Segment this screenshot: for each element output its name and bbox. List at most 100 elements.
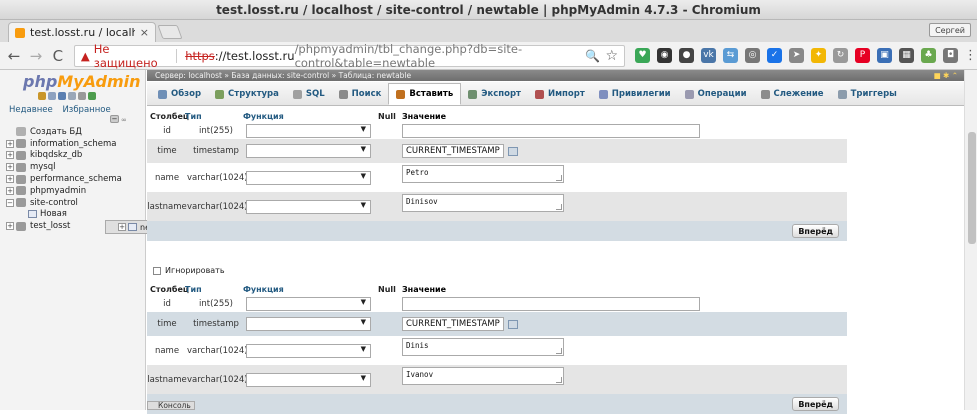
tree-item[interactable]: + phpmyadmin <box>6 185 145 197</box>
picture-ext-icon[interactable]: ▣ <box>877 48 893 63</box>
new-tab-button[interactable] <box>157 25 183 39</box>
profile-button[interactable]: Сергей <box>929 23 971 37</box>
link-with-main-icon[interactable]: ∞ <box>121 116 127 124</box>
tree-item[interactable]: + performance_schema <box>6 173 145 185</box>
tab-sql[interactable]: SQL <box>286 83 332 105</box>
tab-operations[interactable]: Операции <box>678 83 754 105</box>
tab-triggers[interactable]: Триггеры <box>831 83 904 105</box>
breadcrumb-database[interactable]: База данных: site-control <box>231 71 329 80</box>
scrollbar-thumb[interactable] <box>968 132 976 244</box>
calendar-icon[interactable] <box>508 146 518 156</box>
expand-toggle-icon[interactable]: + <box>6 186 14 195</box>
calendar-icon[interactable] <box>508 319 518 329</box>
pinterest-ext-icon[interactable]: P <box>855 48 871 63</box>
lastname-value-textarea[interactable]: Ivanov <box>402 367 564 385</box>
tab-import[interactable]: Импорт <box>528 83 592 105</box>
bulb-ext-icon[interactable]: ✦ <box>811 48 827 63</box>
exit-icon[interactable] <box>48 92 56 100</box>
header-value: Значение <box>402 112 447 121</box>
tab-search[interactable]: Поиск <box>332 83 389 105</box>
recent-tab[interactable]: Недавнее <box>9 105 53 115</box>
zoom-icon[interactable]: 🔍 <box>585 49 600 63</box>
qr-ext-icon[interactable]: ▦ <box>899 48 915 63</box>
translate-ext-icon[interactable]: ⇆ <box>723 48 739 63</box>
tree-item[interactable]: Новая <box>6 209 145 221</box>
lastname-value-textarea[interactable]: Dinisov <box>402 194 564 212</box>
bookmark-star-icon[interactable]: ☆ <box>605 48 618 64</box>
function-select[interactable]: ▼ <box>246 317 371 331</box>
tree-item-label: mysql <box>30 162 56 173</box>
id-value-input[interactable] <box>402 296 700 311</box>
reload-icon[interactable]: C <box>50 47 66 65</box>
collapse-all-icon[interactable]: − <box>110 115 119 123</box>
breadcrumb-server[interactable]: Сервер: localhost <box>155 71 222 80</box>
time-value-input[interactable]: CURRENT_TIMESTAMP <box>402 144 504 158</box>
tree-item-label: information_schema <box>30 138 117 149</box>
sync-ext-icon[interactable]: ↻ <box>833 48 849 63</box>
function-select[interactable]: ▼ <box>246 296 371 311</box>
tab-tracking[interactable]: Слежение <box>754 83 831 105</box>
tab-browse[interactable]: Обзор <box>151 83 208 105</box>
expand-toggle-icon[interactable]: + <box>6 163 14 172</box>
go-button[interactable]: Вперёд <box>792 397 839 411</box>
tree-item[interactable]: + information_schema <box>6 138 145 150</box>
ghost-ext-icon[interactable]: ● <box>679 48 695 63</box>
ignore-checkbox[interactable] <box>153 266 161 275</box>
vk-ext-icon[interactable]: vk <box>701 48 717 63</box>
phpmyadmin-logo[interactable]: phpMyAdmin <box>23 72 141 91</box>
leaf-ext-icon[interactable]: ♣ <box>921 48 937 63</box>
column-name: time <box>157 319 177 329</box>
function-select[interactable]: ▼ <box>246 199 371 214</box>
browser-menu-icon[interactable]: ⋮ <box>964 48 977 63</box>
reload-nav-icon[interactable] <box>88 92 96 100</box>
tree-item[interactable]: + mysql <box>6 161 145 173</box>
name-value-textarea[interactable]: Dinis <box>402 338 564 356</box>
go-button[interactable]: Вперёд <box>792 224 839 238</box>
page-scrollbar[interactable] <box>964 70 977 410</box>
docs-icon[interactable] <box>68 92 76 100</box>
function-select[interactable]: ▼ <box>246 372 371 387</box>
address-bar[interactable]: ▲ Не защищено https ://test.losst.ru /ph… <box>73 42 626 70</box>
function-select[interactable]: ▼ <box>246 144 371 158</box>
function-select[interactable]: ▼ <box>246 343 371 358</box>
tab-close-icon[interactable]: × <box>140 26 149 39</box>
insecure-label[interactable]: Не защищено <box>94 42 169 70</box>
camera-ext-icon[interactable]: ◘ <box>943 48 959 63</box>
page-settings-icons[interactable]: ■ ✱ ⌃ <box>934 70 958 81</box>
favorites-tab[interactable]: Избранное <box>62 105 110 115</box>
breadcrumb: Сервер: localhost » База данных: site-co… <box>147 70 964 81</box>
console-toggle[interactable]: Консоль <box>147 401 195 410</box>
tree-item[interactable]: + kibqdskz_db <box>6 150 145 162</box>
pocket-ext-icon[interactable]: ◉ <box>657 48 673 63</box>
tab-structure[interactable]: Структура <box>208 83 286 105</box>
expand-toggle-icon[interactable]: + <box>6 151 14 160</box>
back-icon[interactable]: ← <box>6 47 22 65</box>
time-value-input[interactable]: CURRENT_TIMESTAMP <box>402 317 504 331</box>
browser-tab[interactable]: test.losst.ru / localh × <box>8 22 156 42</box>
check-ext-icon[interactable]: ✓ <box>767 48 783 63</box>
function-select[interactable]: ▼ <box>246 123 371 138</box>
settings-icon[interactable] <box>78 92 86 100</box>
expand-toggle-icon[interactable]: − <box>6 198 14 207</box>
id-value-input[interactable] <box>402 123 700 138</box>
globe-ext-icon[interactable]: ◎ <box>745 48 761 63</box>
tree-item[interactable]: + test_losst <box>6 220 145 232</box>
chevron-down-icon: ▼ <box>360 145 366 153</box>
name-value-textarea[interactable]: Petro <box>402 165 564 183</box>
function-select[interactable]: ▼ <box>246 170 371 185</box>
tab-privileges[interactable]: Привилегии <box>592 83 678 105</box>
expand-toggle-icon[interactable]: + <box>6 175 14 184</box>
help-icon[interactable] <box>58 92 66 100</box>
shield-ext-icon[interactable]: ♥ <box>635 48 651 63</box>
insert-form-2: Столбец Тип Функция Null Значение id int(255) ▼… <box>147 284 847 414</box>
forward-ext-icon[interactable]: ➤ <box>789 48 805 63</box>
tab-export[interactable]: Экспорт <box>461 83 528 105</box>
tree-item[interactable]: Создать БД <box>6 126 145 138</box>
tab-insert[interactable]: Вставить <box>388 83 462 105</box>
tree-item[interactable]: − site-control <box>6 197 145 209</box>
home-icon[interactable] <box>38 92 46 100</box>
forward-icon[interactable]: → <box>28 47 44 65</box>
breadcrumb-table[interactable]: Таблица: newtable <box>339 71 412 80</box>
expand-toggle-icon[interactable]: + <box>6 139 14 148</box>
expand-toggle-icon[interactable]: + <box>6 222 14 231</box>
